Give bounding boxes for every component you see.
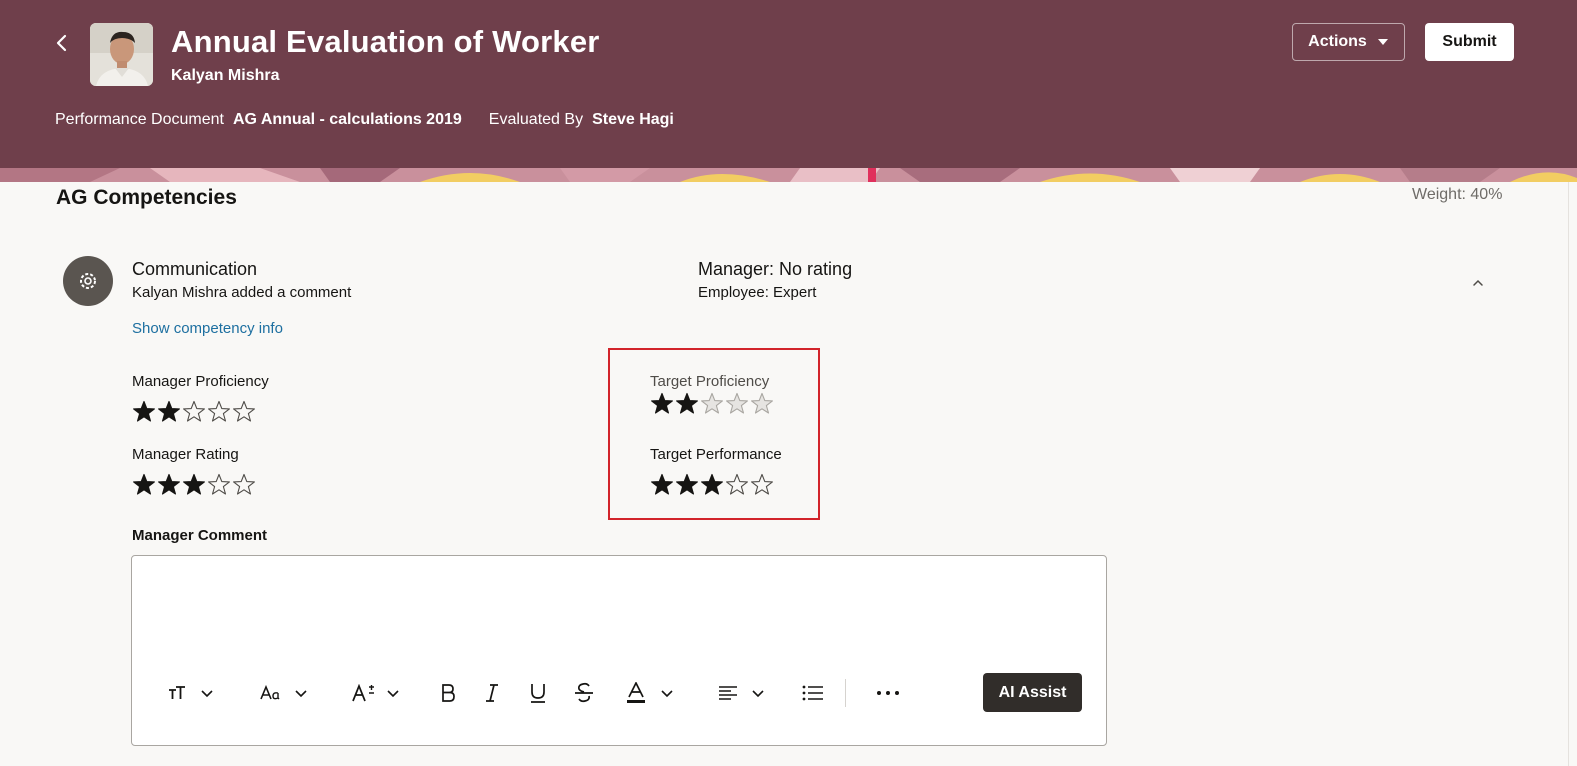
italic-button[interactable] <box>484 680 500 706</box>
font-button[interactable] <box>260 680 308 706</box>
section-weight: Weight: 40% <box>1412 186 1503 203</box>
star-filled-icon[interactable] <box>132 400 156 424</box>
manager-rating-stars[interactable] <box>132 473 256 497</box>
manager-comment-editor[interactable] <box>131 555 1107 746</box>
chevron-down-icon <box>752 690 764 698</box>
font-size-icon <box>352 684 374 702</box>
chevron-up-icon <box>1473 279 1483 286</box>
star-empty-icon[interactable] <box>182 400 206 424</box>
actions-button[interactable]: Actions <box>1292 23 1405 61</box>
list-icon <box>802 685 823 701</box>
star-filled-icon[interactable] <box>182 473 206 497</box>
manager-proficiency-stars[interactable] <box>132 400 256 424</box>
text-color-icon <box>627 682 645 703</box>
chevron-down-icon <box>661 690 673 698</box>
font-icon <box>260 685 280 700</box>
chevron-down-icon <box>387 690 399 698</box>
show-competency-info-link[interactable]: Show competency info <box>132 320 283 337</box>
manager-comment-label: Manager Comment <box>132 527 268 544</box>
competency-icon <box>63 256 113 306</box>
text-size-icon <box>169 686 185 699</box>
more-icon <box>877 691 899 695</box>
submit-button[interactable]: Submit <box>1425 23 1514 61</box>
collapse-button[interactable] <box>1468 273 1488 293</box>
highlight-box <box>608 348 820 520</box>
decorative-banner <box>0 168 1577 182</box>
bold-button[interactable] <box>440 680 456 706</box>
manager-rating-label: Manager Rating <box>132 446 239 463</box>
evaluated-by-value: Steve Hagi <box>592 111 674 128</box>
document-meta: Performance Document AG Annual - calcula… <box>55 111 701 129</box>
font-size-button[interactable] <box>352 680 400 706</box>
chevron-down-icon <box>201 690 213 698</box>
page-title: Annual Evaluation of Worker <box>171 24 600 59</box>
section-title: AG Competencies <box>56 186 237 209</box>
competency-gear-icon <box>80 273 96 289</box>
employee-rating-summary: Employee: Expert <box>698 284 817 301</box>
text-style-button[interactable] <box>168 680 214 706</box>
toolbar-divider <box>845 679 846 707</box>
star-empty-icon[interactable] <box>207 400 231 424</box>
avatar <box>90 23 153 86</box>
underline-icon <box>531 684 545 703</box>
list-button[interactable] <box>802 680 824 706</box>
italic-icon <box>486 684 498 702</box>
star-empty-icon[interactable] <box>232 400 256 424</box>
align-button[interactable] <box>718 680 765 706</box>
competency-note: Kalyan Mishra added a comment <box>132 284 352 301</box>
align-icon <box>719 686 737 700</box>
star-empty-icon[interactable] <box>207 473 231 497</box>
strikethrough-button[interactable] <box>574 680 594 706</box>
more-button[interactable] <box>876 680 900 706</box>
performance-document-label: Performance Document <box>55 111 224 128</box>
manager-proficiency-label: Manager Proficiency <box>132 373 269 390</box>
star-filled-icon[interactable] <box>157 473 181 497</box>
chevron-down-icon <box>295 690 307 698</box>
chevron-left-icon <box>56 34 67 52</box>
caret-down-icon <box>1377 39 1388 45</box>
actions-label: Actions <box>1308 33 1367 50</box>
worker-name: Kalyan Mishra <box>171 67 280 84</box>
star-empty-icon[interactable] <box>232 473 256 497</box>
manager-rating-summary: Manager: No rating <box>698 259 853 279</box>
underline-button[interactable] <box>529 680 547 706</box>
ai-assist-button[interactable]: AI Assist <box>983 673 1082 712</box>
text-color-button[interactable] <box>626 680 674 706</box>
back-button[interactable] <box>48 28 76 58</box>
performance-document-value: AG Annual - calculations 2019 <box>232 111 462 128</box>
bold-icon <box>442 684 455 702</box>
page-header: Annual Evaluation of Worker Kalyan Mishr… <box>0 0 1577 168</box>
strikethrough-icon <box>575 682 593 703</box>
star-filled-icon[interactable] <box>157 400 181 424</box>
star-filled-icon[interactable] <box>132 473 156 497</box>
evaluated-by-label: Evaluated By <box>488 111 584 128</box>
competency-name: Communication <box>132 259 258 279</box>
